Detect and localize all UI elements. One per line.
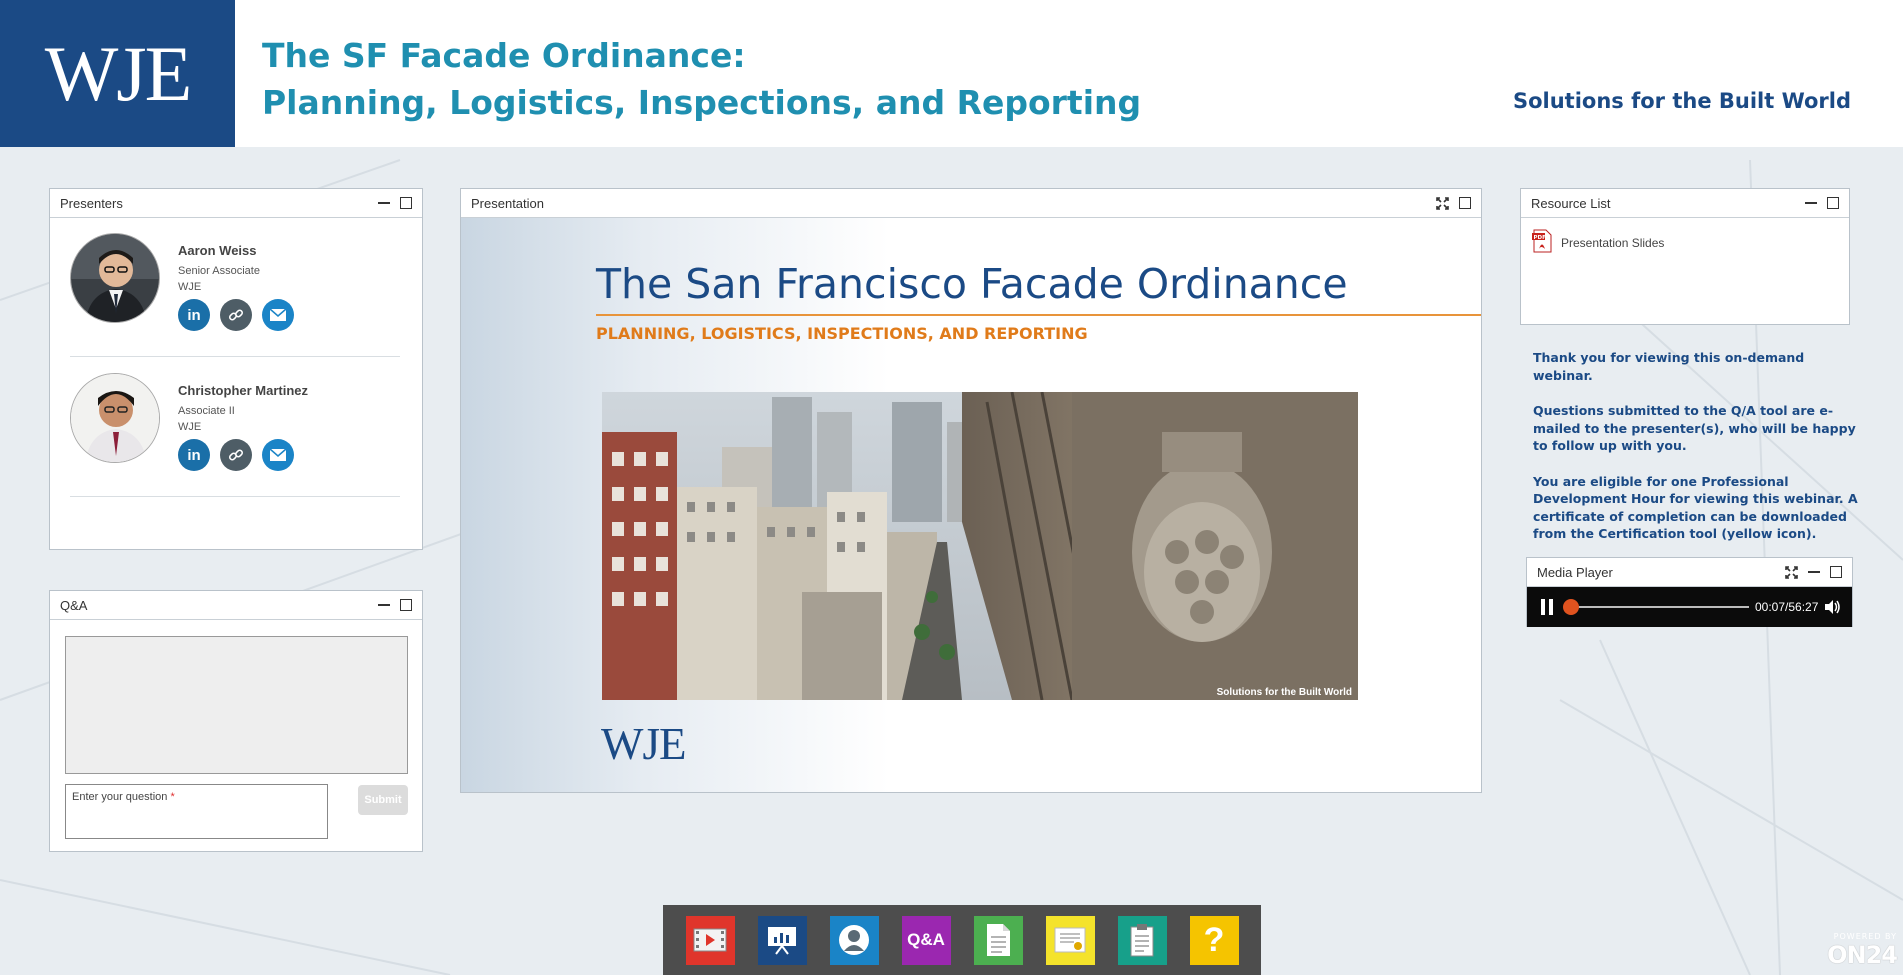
linkedin-icon[interactable]: in	[178, 439, 210, 471]
resource-item[interactable]: PDF Presentation Slides	[1531, 229, 1664, 256]
volume-icon[interactable]	[1823, 598, 1841, 621]
fullscreen-icon[interactable]	[1785, 565, 1798, 579]
document-icon	[987, 924, 1010, 956]
slide-title: The San Francisco Facade Ordinance	[596, 260, 1348, 308]
fullscreen-icon[interactable]	[1436, 196, 1449, 210]
presenter-role: Associate II	[178, 405, 235, 417]
page-title-line1: The SF Facade Ordinance:	[262, 36, 746, 75]
resource-list-panel: Resource List PDF Presentation Slides	[1520, 188, 1850, 325]
logo-text: WJE	[44, 29, 193, 117]
header-tagline: Solutions for the Built World	[1512, 89, 1851, 113]
on24-logo: ON24	[1827, 941, 1898, 969]
required-mark: *	[170, 791, 175, 803]
avatar	[70, 233, 160, 323]
linkedin-icon[interactable]: in	[178, 299, 210, 331]
minimize-icon[interactable]	[1805, 202, 1817, 204]
panel-title: Resource List	[1531, 195, 1611, 211]
help-button[interactable]: ?	[1189, 915, 1239, 965]
svg-text:PDF: PDF	[1534, 235, 1547, 241]
slide-subtitle: PLANNING, LOGISTICS, INSPECTIONS, AND RE…	[596, 324, 1088, 343]
presentation-panel-header: Presentation	[461, 189, 1481, 218]
progress-handle[interactable]	[1563, 599, 1580, 615]
minimize-icon[interactable]	[1808, 571, 1820, 573]
help-icon: ?	[1203, 920, 1225, 959]
qa-label: Q&A	[907, 930, 945, 949]
qa-history	[65, 636, 408, 774]
media-player-header: Media Player	[1527, 558, 1852, 587]
slide: The San Francisco Facade Ordinance PLANN…	[461, 218, 1481, 792]
presenter-role: Senior Associate	[178, 265, 260, 277]
panel-title: Media Player	[1537, 564, 1613, 580]
page-title-line2: Planning, Logistics, Inspections, and Re…	[262, 83, 1142, 122]
panel-title: Presentation	[471, 195, 544, 211]
info-text: Thank you for viewing this on-demand web…	[1533, 349, 1863, 561]
media-player-button[interactable]	[685, 915, 735, 965]
pause-icon[interactable]	[1541, 599, 1555, 615]
submit-button[interactable]: Submit	[358, 785, 408, 815]
page-header: WJE The SF Facade Ordinance: Planning, L…	[0, 0, 1903, 147]
maximize-icon[interactable]	[400, 197, 412, 209]
bottom-toolbar: Q&A ?	[663, 905, 1261, 975]
qa-panel-header: Q&A	[50, 591, 422, 620]
question-placeholder: Enter your question	[72, 791, 168, 803]
slide-photo: Solutions for the Built World	[602, 392, 1358, 700]
pdf-icon: PDF	[1531, 229, 1553, 256]
survey-button[interactable]	[1117, 915, 1167, 965]
presentation-button[interactable]	[757, 915, 807, 965]
slide-logo: WJE	[601, 719, 686, 769]
info-paragraph: Thank you for viewing this on-demand web…	[1533, 350, 1805, 383]
avatar	[70, 373, 160, 463]
presenter-org: WJE	[178, 421, 202, 433]
presenter-card: Christopher Martinez Associate II WJE in	[70, 367, 400, 497]
powered-by-label: POWERED BY	[1833, 932, 1897, 941]
maximize-icon[interactable]	[400, 599, 412, 611]
presenter-name: Christopher Martinez	[178, 383, 309, 398]
presenters-button[interactable]	[829, 915, 879, 965]
clipboard-icon	[1130, 924, 1154, 957]
resource-label: Presentation Slides	[1561, 235, 1665, 250]
progress-track[interactable]	[1571, 606, 1749, 608]
presenter-name: Aaron Weiss	[178, 243, 257, 258]
info-paragraph: Questions submitted to the Q/A tool are …	[1533, 403, 1856, 453]
photo-caption: Solutions for the Built World	[1216, 687, 1352, 698]
info-paragraph: You are eligible for one Professional De…	[1533, 473, 1858, 542]
link-icon[interactable]	[220, 439, 252, 471]
maximize-icon[interactable]	[1830, 566, 1842, 578]
email-icon[interactable]	[262, 439, 294, 471]
certification-button[interactable]	[1045, 915, 1095, 965]
presenter-org: WJE	[178, 281, 202, 293]
resource-panel-header: Resource List	[1521, 189, 1849, 218]
resource-list-button[interactable]	[973, 915, 1023, 965]
presenters-panel: Presenters Aaron Weiss Senior Associate …	[49, 188, 423, 550]
slide-rule	[596, 314, 1481, 316]
presentation-icon	[768, 927, 796, 955]
email-icon[interactable]	[262, 299, 294, 331]
media-player-panel: Media Player 00:07/56:27	[1526, 557, 1853, 627]
panel-title: Q&A	[60, 597, 88, 613]
wje-logo: WJE	[0, 0, 235, 147]
minimize-icon[interactable]	[378, 202, 390, 204]
qa-panel: Q&A Enter your question * Submit	[49, 590, 423, 852]
minimize-icon[interactable]	[378, 604, 390, 606]
powered-by-badge: POWERED BY ON24	[1827, 932, 1898, 969]
certificate-icon	[1054, 927, 1086, 953]
link-icon[interactable]	[220, 299, 252, 331]
panel-title: Presenters	[60, 195, 123, 211]
presenters-panel-header: Presenters	[50, 189, 422, 218]
maximize-icon[interactable]	[1459, 197, 1471, 209]
question-input[interactable]: Enter your question *	[65, 784, 328, 839]
person-icon	[839, 925, 869, 955]
presenter-card: Aaron Weiss Senior Associate WJE in	[70, 227, 400, 357]
qa-button[interactable]: Q&A	[901, 915, 951, 965]
film-icon	[693, 928, 727, 952]
presentation-panel: Presentation The San Francisco Facade Or…	[460, 188, 1482, 793]
media-controls: 00:07/56:27	[1527, 587, 1852, 627]
time-display: 00:07/56:27	[1755, 600, 1819, 614]
maximize-icon[interactable]	[1827, 197, 1839, 209]
